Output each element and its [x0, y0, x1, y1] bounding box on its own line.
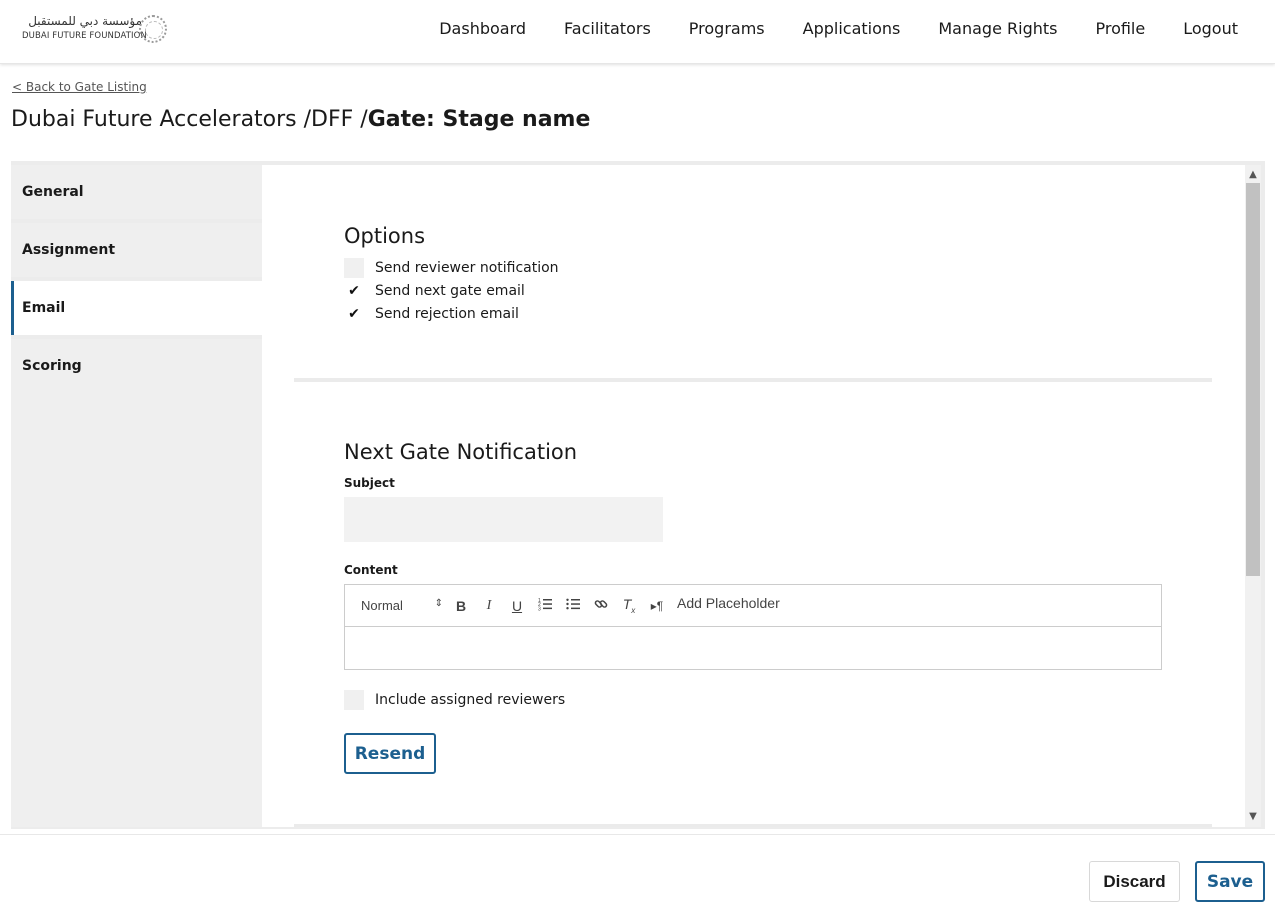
italic-icon[interactable]: I	[475, 598, 503, 614]
bold-icon[interactable]: B	[447, 598, 475, 614]
action-bar	[0, 834, 1275, 917]
svg-text:3: 3	[538, 607, 541, 612]
sidebar-item-scoring[interactable]: Scoring	[11, 339, 262, 827]
nav-logout[interactable]: Logout	[1183, 19, 1238, 38]
sidebar-item-label: Email	[22, 300, 66, 316]
rich-text-editor: Normal ⇕ B I U 123 Tx ▸¶ Add Placeholder	[344, 584, 1162, 670]
format-select-value: Normal	[361, 598, 403, 613]
breadcrumb-path: Dubai Future Accelerators /DFF /	[11, 107, 368, 132]
clear-formatting-icon[interactable]: Tx	[615, 596, 643, 615]
section-divider	[294, 378, 1212, 382]
sidebar-item-assignment[interactable]: Assignment	[11, 223, 262, 277]
updown-arrows-icon: ⇕	[434, 598, 443, 609]
top-navigation-bar: مؤسسة دبي للمستقبل DUBAI FUTURE FOUNDATI…	[0, 0, 1275, 64]
nav-facilitators[interactable]: Facilitators	[564, 19, 651, 38]
next-gate-notification-heading: Next Gate Notification	[344, 440, 578, 464]
options-heading: Options	[344, 224, 426, 248]
current-gate-name: Gate: Stage name	[367, 107, 591, 132]
sidebar-item-general[interactable]: General	[11, 165, 262, 219]
option-send-reviewer-notification[interactable]: Send reviewer notification	[344, 258, 559, 278]
option-include-assigned-reviewers[interactable]: Include assigned reviewers	[344, 690, 565, 710]
nav-programs[interactable]: Programs	[689, 19, 765, 38]
sidebar-item-label: General	[22, 184, 84, 200]
main-nav: Dashboard Facilitators Programs Applicat…	[401, 19, 1238, 38]
option-label: Send reviewer notification	[375, 260, 559, 276]
email-settings-panel: Options Send reviewer notification ✔ Sen…	[262, 165, 1245, 827]
section-divider	[294, 824, 1212, 827]
nav-profile[interactable]: Profile	[1095, 19, 1145, 38]
logo-ring-icon	[139, 15, 167, 43]
sidebar-item-email[interactable]: Email	[11, 281, 262, 335]
ordered-list-icon[interactable]: 123	[531, 597, 559, 614]
format-select[interactable]: Normal ⇕	[361, 598, 447, 613]
option-send-rejection-email[interactable]: ✔ Send rejection email	[344, 304, 519, 324]
underline-icon[interactable]: U	[503, 598, 531, 614]
settings-sidebar: General Assignment Email Scoring	[11, 165, 262, 827]
resend-button[interactable]: Resend	[344, 733, 436, 774]
checkbox-unchecked[interactable]	[344, 258, 364, 278]
subject-label: Subject	[344, 476, 395, 490]
back-to-gate-listing-link[interactable]: < Back to Gate Listing	[12, 80, 147, 94]
bullet-list-icon[interactable]	[559, 597, 587, 614]
dubai-future-foundation-logo[interactable]: مؤسسة دبي للمستقبل DUBAI FUTURE FOUNDATI…	[22, 14, 172, 46]
logo-english-text: DUBAI FUTURE FOUNDATION	[22, 31, 147, 41]
add-placeholder-button[interactable]: Add Placeholder	[677, 595, 780, 611]
nav-applications[interactable]: Applications	[803, 19, 901, 38]
text-direction-icon[interactable]: ▸¶	[643, 599, 671, 613]
link-icon[interactable]	[587, 597, 615, 614]
subject-input[interactable]	[344, 497, 663, 542]
checkmark-icon[interactable]: ✔	[344, 304, 364, 324]
checkbox-unchecked[interactable]	[344, 690, 364, 710]
scroll-down-arrow-icon[interactable]: ▼	[1245, 809, 1261, 825]
option-label: Send next gate email	[375, 283, 525, 299]
editor-toolbar: Normal ⇕ B I U 123 Tx ▸¶ Add Placeholder	[345, 585, 1161, 627]
content-scrollbar[interactable]: ▲ ▼	[1245, 165, 1261, 827]
logo-arabic-text: مؤسسة دبي للمستقبل	[28, 14, 142, 28]
nav-manage-rights[interactable]: Manage Rights	[938, 19, 1057, 38]
page-title: Dubai Future Accelerators /DFF /Gate: St…	[11, 107, 590, 132]
option-send-next-gate-email[interactable]: ✔ Send next gate email	[344, 281, 525, 301]
scroll-up-arrow-icon[interactable]: ▲	[1245, 167, 1261, 183]
scroll-thumb[interactable]	[1246, 183, 1260, 576]
nav-dashboard[interactable]: Dashboard	[439, 19, 526, 38]
checkmark-icon[interactable]: ✔	[344, 281, 364, 301]
save-button[interactable]: Save	[1195, 861, 1265, 902]
discard-button[interactable]: Discard	[1089, 861, 1180, 902]
sidebar-item-label: Scoring	[22, 358, 82, 374]
editor-content-area[interactable]	[345, 627, 1161, 669]
sidebar-item-label: Assignment	[22, 242, 116, 258]
option-label: Include assigned reviewers	[375, 692, 566, 708]
option-label: Send rejection email	[375, 306, 519, 322]
content-label: Content	[344, 563, 398, 577]
